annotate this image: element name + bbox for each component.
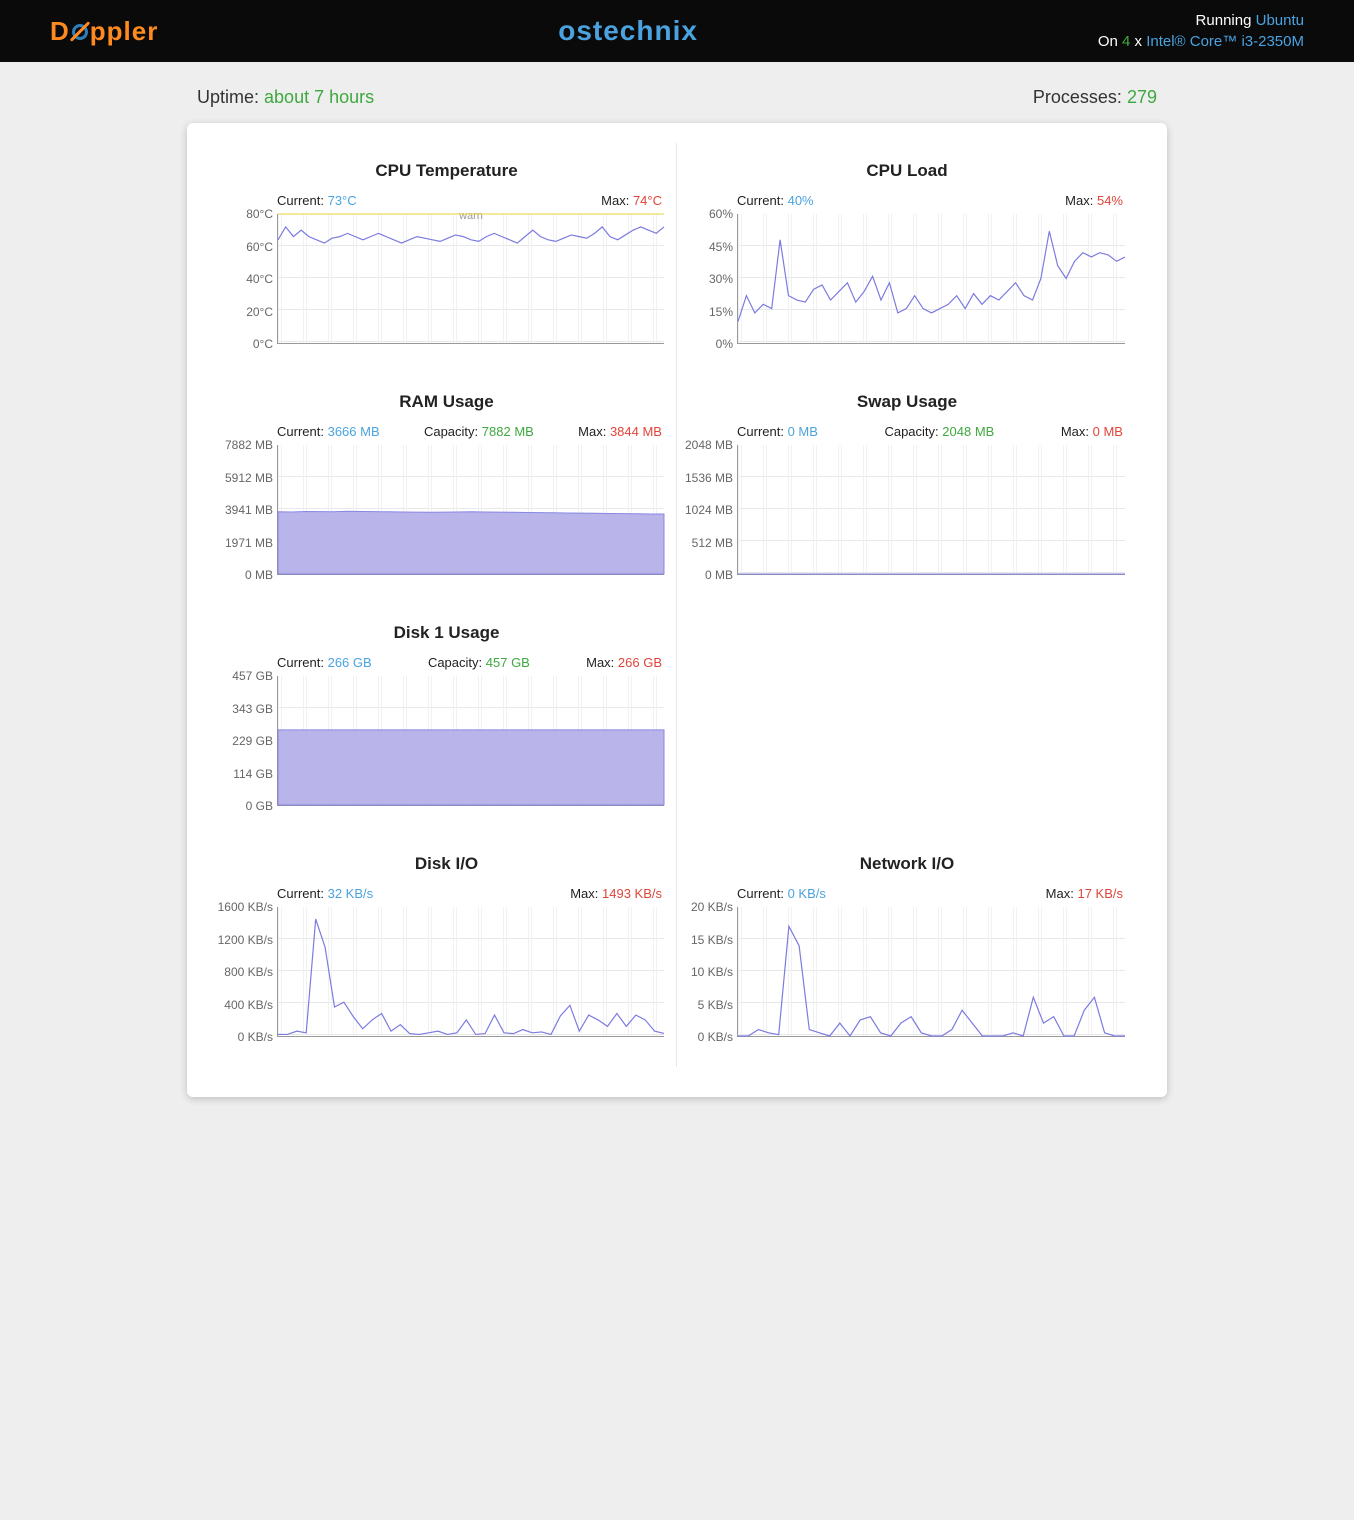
cpu-model: Intel® Core™ i3-2350M (1146, 33, 1304, 50)
processes-label: Processes: (1033, 87, 1122, 107)
dashboard: CPU Temperature Current: 73°C Max: 74°C … (187, 123, 1167, 1097)
panel-title: RAM Usage (229, 392, 664, 412)
y-axis: 60%45%30%15%0% (689, 214, 737, 344)
current: Current: 73°C (277, 193, 357, 208)
capacity: Capacity: 457 GB (428, 655, 530, 670)
meta-row: Uptime: about 7 hours Processes: 279 (187, 87, 1167, 108)
times-symbol: x (1135, 33, 1143, 50)
panel-title: Disk I/O (229, 854, 664, 874)
current: Current: 0 MB (737, 424, 818, 439)
system-info: Running Ubuntu On 4 x Intel® Core™ i3-23… (1098, 10, 1304, 52)
current: Current: 32 KB/s (277, 886, 373, 901)
max: Max: 74°C (601, 193, 662, 208)
panel-netio: Network I/O Current: 0 KB/s Max: 17 KB/s… (677, 836, 1137, 1067)
os-name: Ubuntu (1256, 12, 1304, 29)
current: Current: 40% (737, 193, 814, 208)
panel-swap: Swap Usage Current: 0 MB Capacity: 2048 … (677, 374, 1137, 605)
max: Max: 266 GB (586, 655, 662, 670)
topbar: Dppler ostechnix Running Ubuntu On 4 x I… (0, 0, 1354, 62)
panel-ram: RAM Usage Current: 3666 MB Capacity: 788… (217, 374, 677, 605)
uptime-label: Uptime: (197, 87, 259, 107)
panel-title: Network I/O (689, 854, 1125, 874)
current: Current: 266 GB (277, 655, 372, 670)
panel-title: CPU Temperature (229, 161, 664, 181)
capacity: Capacity: 7882 MB (424, 424, 534, 439)
uptime: Uptime: about 7 hours (197, 87, 374, 108)
y-axis: 2048 MB1536 MB1024 MB512 MB0 MB (689, 445, 737, 575)
capacity: Capacity: 2048 MB (884, 424, 994, 439)
chart (737, 214, 1125, 344)
uptime-value: about 7 hours (264, 87, 374, 107)
y-axis: 20 KB/s15 KB/s10 KB/s5 KB/s0 KB/s (689, 907, 737, 1037)
panel-cpu-load: CPU Load Current: 40% Max: 54% 60%45%30%… (677, 143, 1137, 374)
chart (277, 445, 664, 575)
max: Max: 1493 KB/s (570, 886, 662, 901)
core-count: 4 (1122, 33, 1130, 50)
running-label: Running (1196, 12, 1252, 29)
y-axis: 80°C60°C40°C20°C0°C (229, 214, 277, 344)
panel-empty (677, 605, 1137, 836)
max: Max: 54% (1065, 193, 1123, 208)
y-axis: 7882 MB5912 MB3941 MB1971 MB0 MB (229, 445, 277, 575)
panel-title: Disk 1 Usage (229, 623, 664, 643)
panel-cpu-temp: CPU Temperature Current: 73°C Max: 74°C … (217, 143, 677, 374)
hostname: ostechnix (558, 15, 698, 47)
panel-title: CPU Load (689, 161, 1125, 181)
on-label: On (1098, 33, 1118, 50)
current: Current: 3666 MB (277, 424, 380, 439)
chart (737, 907, 1125, 1037)
y-axis: 457 GB343 GB229 GB114 GB0 GB (229, 676, 277, 806)
max: Max: 17 KB/s (1046, 886, 1123, 901)
processes-value: 279 (1127, 87, 1157, 107)
panel-diskio: Disk I/O Current: 32 KB/s Max: 1493 KB/s… (217, 836, 677, 1067)
brand-logo: Dppler (50, 16, 158, 47)
panel-disk1: Disk 1 Usage Current: 266 GB Capacity: 4… (217, 605, 677, 836)
panel-title: Swap Usage (689, 392, 1125, 412)
chart (737, 445, 1125, 575)
chart: warn (277, 214, 664, 344)
chart (277, 676, 664, 806)
max: Max: 3844 MB (578, 424, 662, 439)
processes: Processes: 279 (1033, 87, 1157, 108)
y-axis: 1600 KB/s1200 KB/s800 KB/s400 KB/s0 KB/s (229, 907, 277, 1037)
chart (277, 907, 664, 1037)
max: Max: 0 MB (1061, 424, 1123, 439)
current: Current: 0 KB/s (737, 886, 826, 901)
